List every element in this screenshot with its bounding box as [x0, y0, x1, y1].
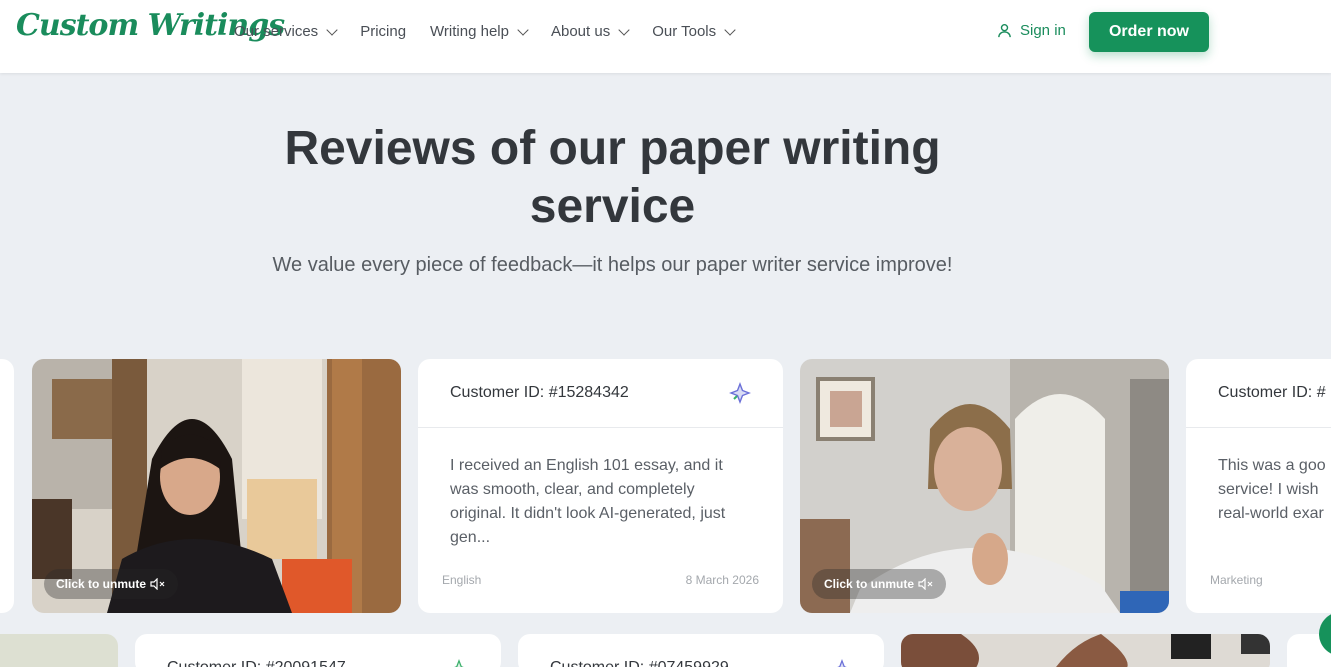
nav-writing-help[interactable]: Writing help [430, 23, 529, 40]
video-review-card[interactable]: Click to unmute [800, 359, 1169, 613]
card-header: Customer ID: #20091547 [135, 634, 501, 667]
review-text: This was a goo service! I wish real-worl… [1218, 457, 1326, 522]
card-header: Customer ID: #15284342 [418, 359, 783, 428]
sparkle-icon [729, 382, 751, 404]
user-icon [998, 23, 1011, 38]
order-now-button[interactable]: Order now [1089, 12, 1209, 52]
card-footer: English 8 March 2026 [442, 573, 759, 587]
customer-id: Customer ID: #15284342 [450, 384, 629, 401]
card-header: Customer ID: #07459929 [518, 634, 884, 667]
nav-label: Writing help [430, 23, 509, 40]
site-header: Custom Writings Our services Pricing Wri… [0, 0, 1331, 73]
review-subject: English [442, 573, 482, 587]
video-thumbnail[interactable] [901, 634, 1270, 667]
nav-our-tools[interactable]: Our Tools [652, 23, 736, 40]
chevron-down-icon [326, 23, 338, 36]
review-subject: Marketing [1210, 573, 1263, 587]
review-card-partial [0, 359, 14, 613]
sign-in-label: Sign in [1020, 22, 1066, 39]
video-review-card-partial[interactable] [0, 634, 118, 667]
text-review-card-partial: Customer ID: # This was a goo service! I… [1186, 359, 1331, 613]
nav-our-services[interactable]: Our services [234, 23, 338, 40]
text-review-card: Customer ID: #15284342 I received an Eng… [418, 359, 783, 613]
video-review-card[interactable]: Click to unmute [32, 359, 401, 613]
muted-speaker-icon [918, 578, 933, 590]
chevron-down-icon [724, 23, 736, 36]
sparkle-icon [454, 659, 464, 667]
chevron-down-icon [618, 23, 630, 36]
unmute-button[interactable]: Click to unmute [44, 569, 179, 599]
page-title: Reviews of our paper writing service [284, 122, 941, 233]
customer-id: Customer ID: #07459929 [550, 659, 729, 667]
nav-label: About us [550, 23, 611, 40]
unmute-button[interactable]: Click to unmute [812, 569, 947, 599]
page-subtitle: We value every piece of feedback—it help… [272, 254, 953, 276]
sparkle-icon [837, 659, 847, 667]
muted-speaker-icon [150, 578, 165, 590]
sign-in-link[interactable]: Sign in [997, 22, 1066, 39]
video-review-card[interactable] [901, 634, 1270, 667]
nav-pricing[interactable]: Pricing [360, 23, 406, 40]
review-date: 8 March 2026 [685, 573, 759, 587]
nav-about-us[interactable]: About us [550, 23, 630, 40]
nav-label: Pricing [360, 23, 407, 40]
customer-id: Customer ID: #20091547 [167, 659, 346, 667]
nav-label: Our Tools [652, 23, 717, 40]
review-text: I received an English 101 essay, and it … [450, 457, 726, 546]
nav-label: Our services [234, 23, 319, 40]
customer-id: Customer ID: # [1218, 384, 1326, 401]
unmute-label: Click to unmute [824, 577, 915, 591]
card-header: Customer ID: # [1186, 359, 1331, 428]
card-footer: Marketing [1210, 573, 1307, 587]
text-review-card: Customer ID: #20091547 [135, 634, 501, 667]
unmute-label: Click to unmute [56, 577, 147, 591]
chevron-down-icon [517, 23, 529, 36]
main-nav: Our services Pricing Writing help About … [234, 0, 736, 63]
text-review-card: Customer ID: #07459929 [518, 634, 884, 667]
